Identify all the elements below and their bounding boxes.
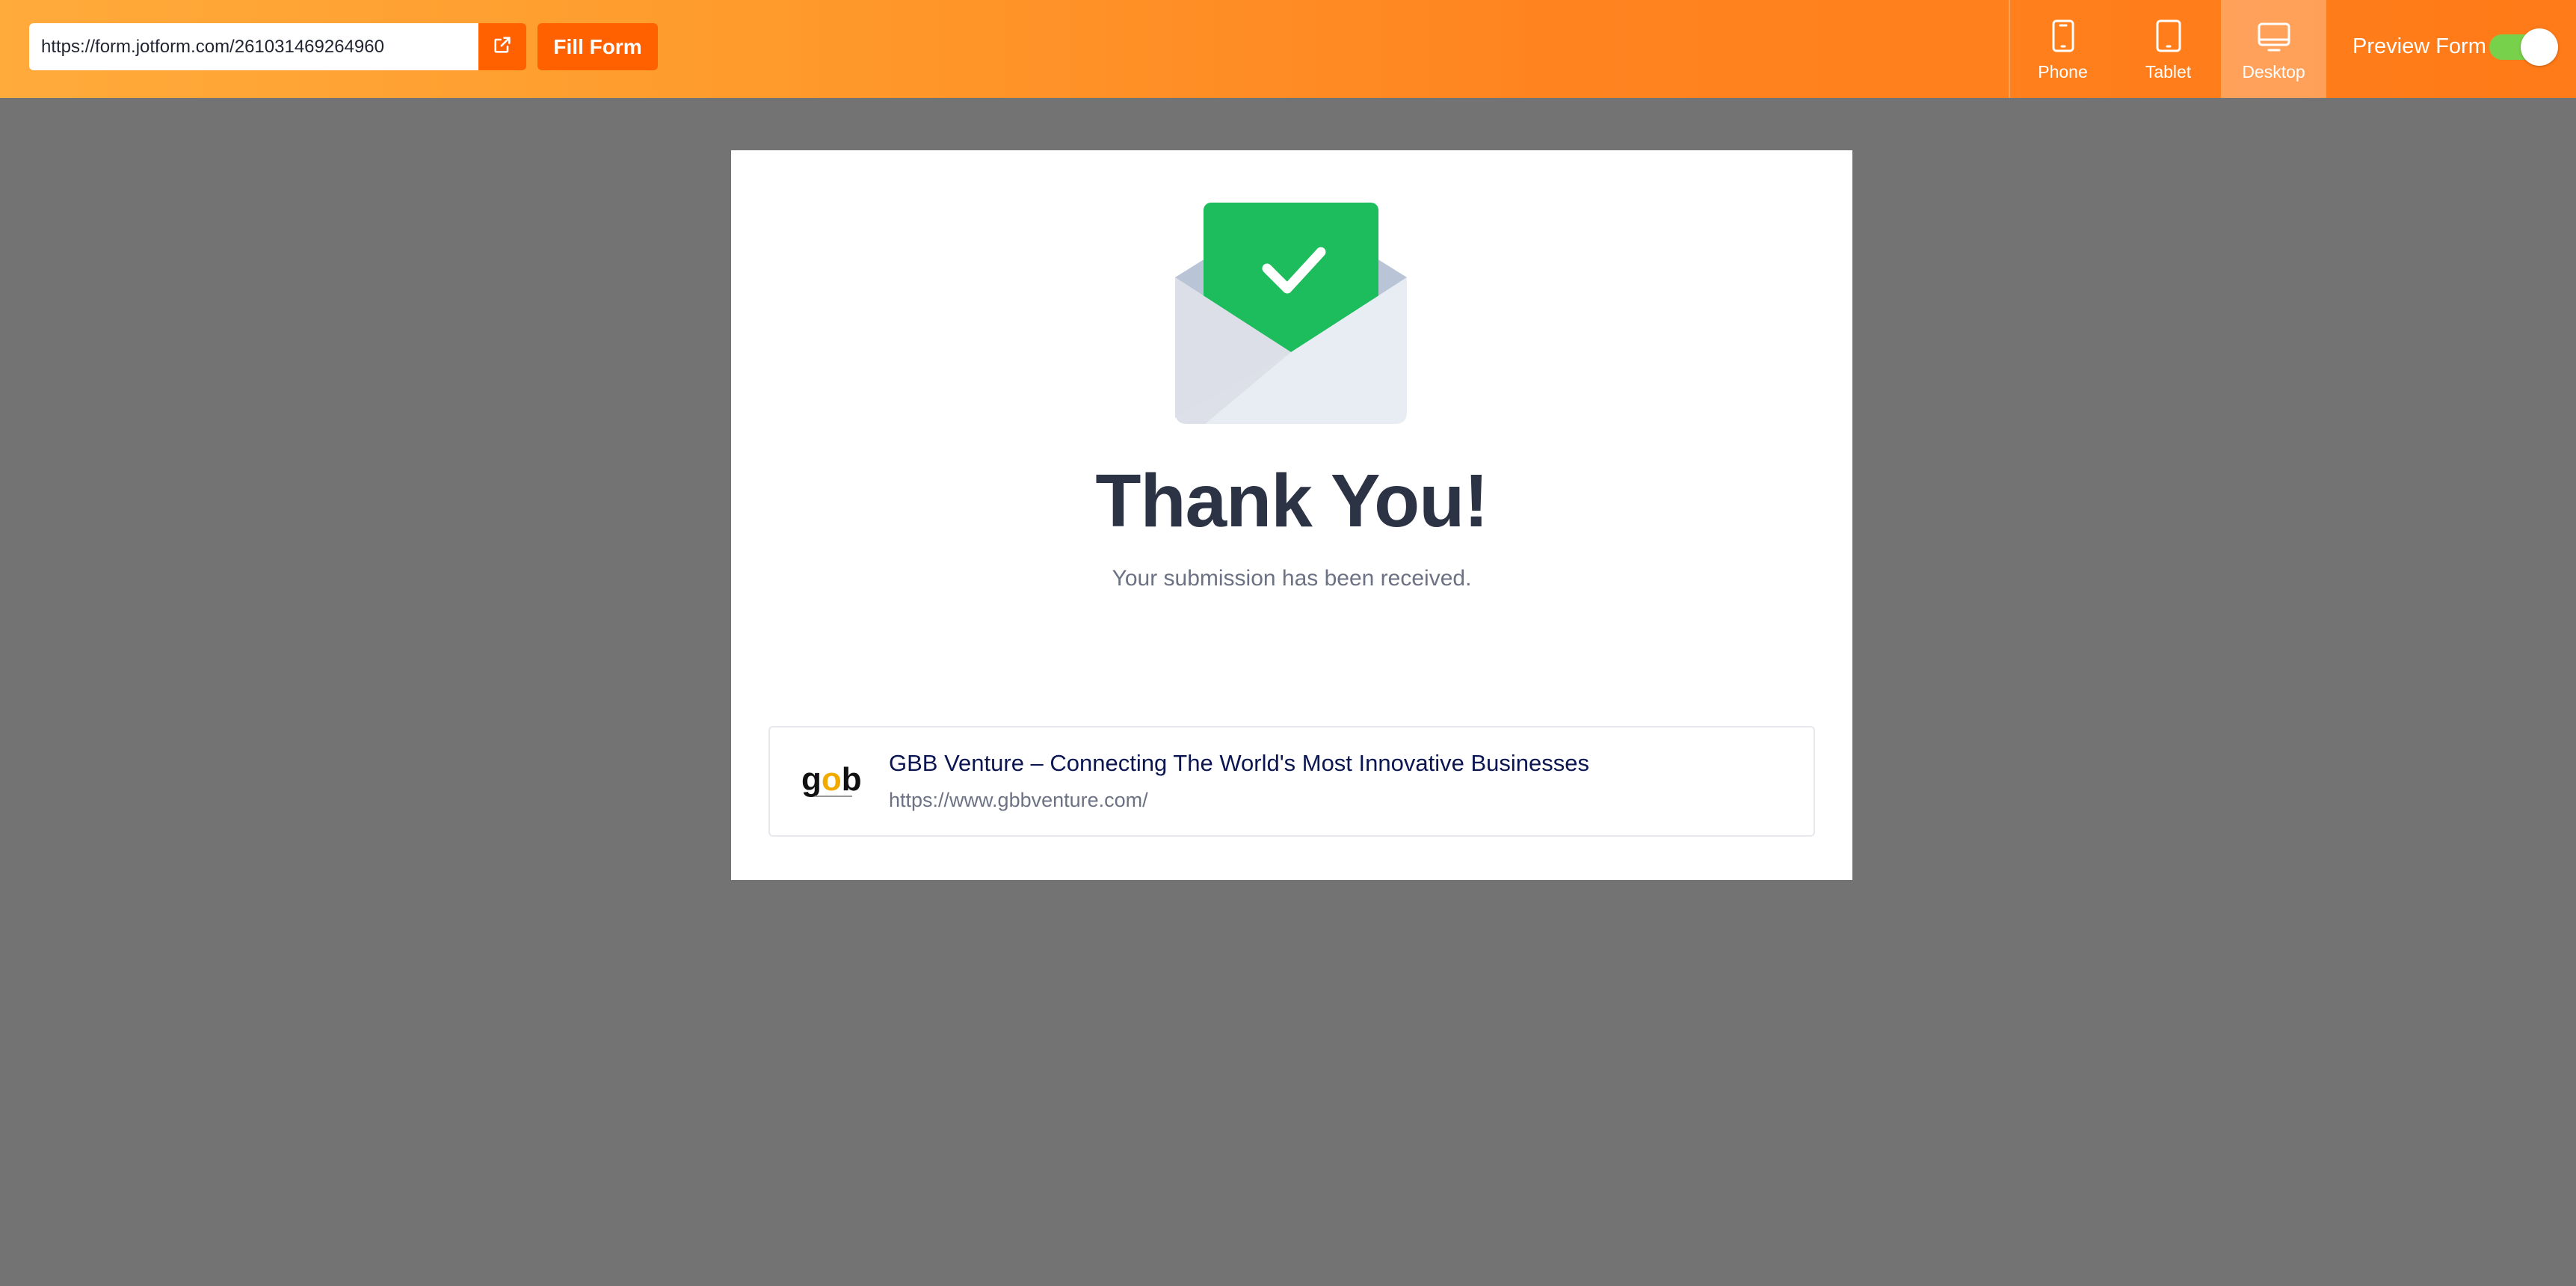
desktop-icon xyxy=(2257,16,2291,53)
envelope-check-icon xyxy=(1175,203,1407,424)
link-preview-title[interactable]: GBB Venture – Connecting The World's Mos… xyxy=(889,750,1589,777)
preview-toolbar: Fill Form Phone Tablet xyxy=(0,0,2576,98)
thank-you-title: Thank You! xyxy=(1095,459,1488,543)
external-link-icon xyxy=(492,34,513,59)
open-link-button[interactable] xyxy=(478,23,526,70)
device-tablet-label: Tablet xyxy=(2145,62,2192,81)
device-phone-button[interactable]: Phone xyxy=(2010,0,2116,98)
tablet-icon xyxy=(2155,16,2182,53)
submission-received-text: Your submission has been received. xyxy=(1112,566,1472,591)
device-tablet-button[interactable]: Tablet xyxy=(2116,0,2221,98)
fill-form-button[interactable]: Fill Form xyxy=(537,23,658,70)
link-preview-url[interactable]: https://www.gbbventure.com/ xyxy=(889,789,1148,812)
device-switcher: Phone Tablet Desktop xyxy=(2009,0,2326,98)
device-phone-label: Phone xyxy=(2038,62,2088,81)
preview-form-toggle[interactable] xyxy=(2489,28,2558,66)
gbb-logo-text: gob xyxy=(801,761,861,798)
form-url-field[interactable] xyxy=(29,23,478,70)
device-desktop-label: Desktop xyxy=(2242,62,2305,81)
device-desktop-button[interactable]: Desktop xyxy=(2221,0,2326,98)
toggle-knob xyxy=(2521,28,2558,66)
website-link-preview[interactable]: gob GBB Venture – Connecting The World's… xyxy=(768,726,1815,837)
preview-form-label: Preview Form xyxy=(2352,34,2486,58)
phone-icon xyxy=(2051,16,2075,53)
gbb-logo: gob xyxy=(798,754,862,811)
thank-you-card: Thank You! Your submission has been rece… xyxy=(731,150,1852,880)
